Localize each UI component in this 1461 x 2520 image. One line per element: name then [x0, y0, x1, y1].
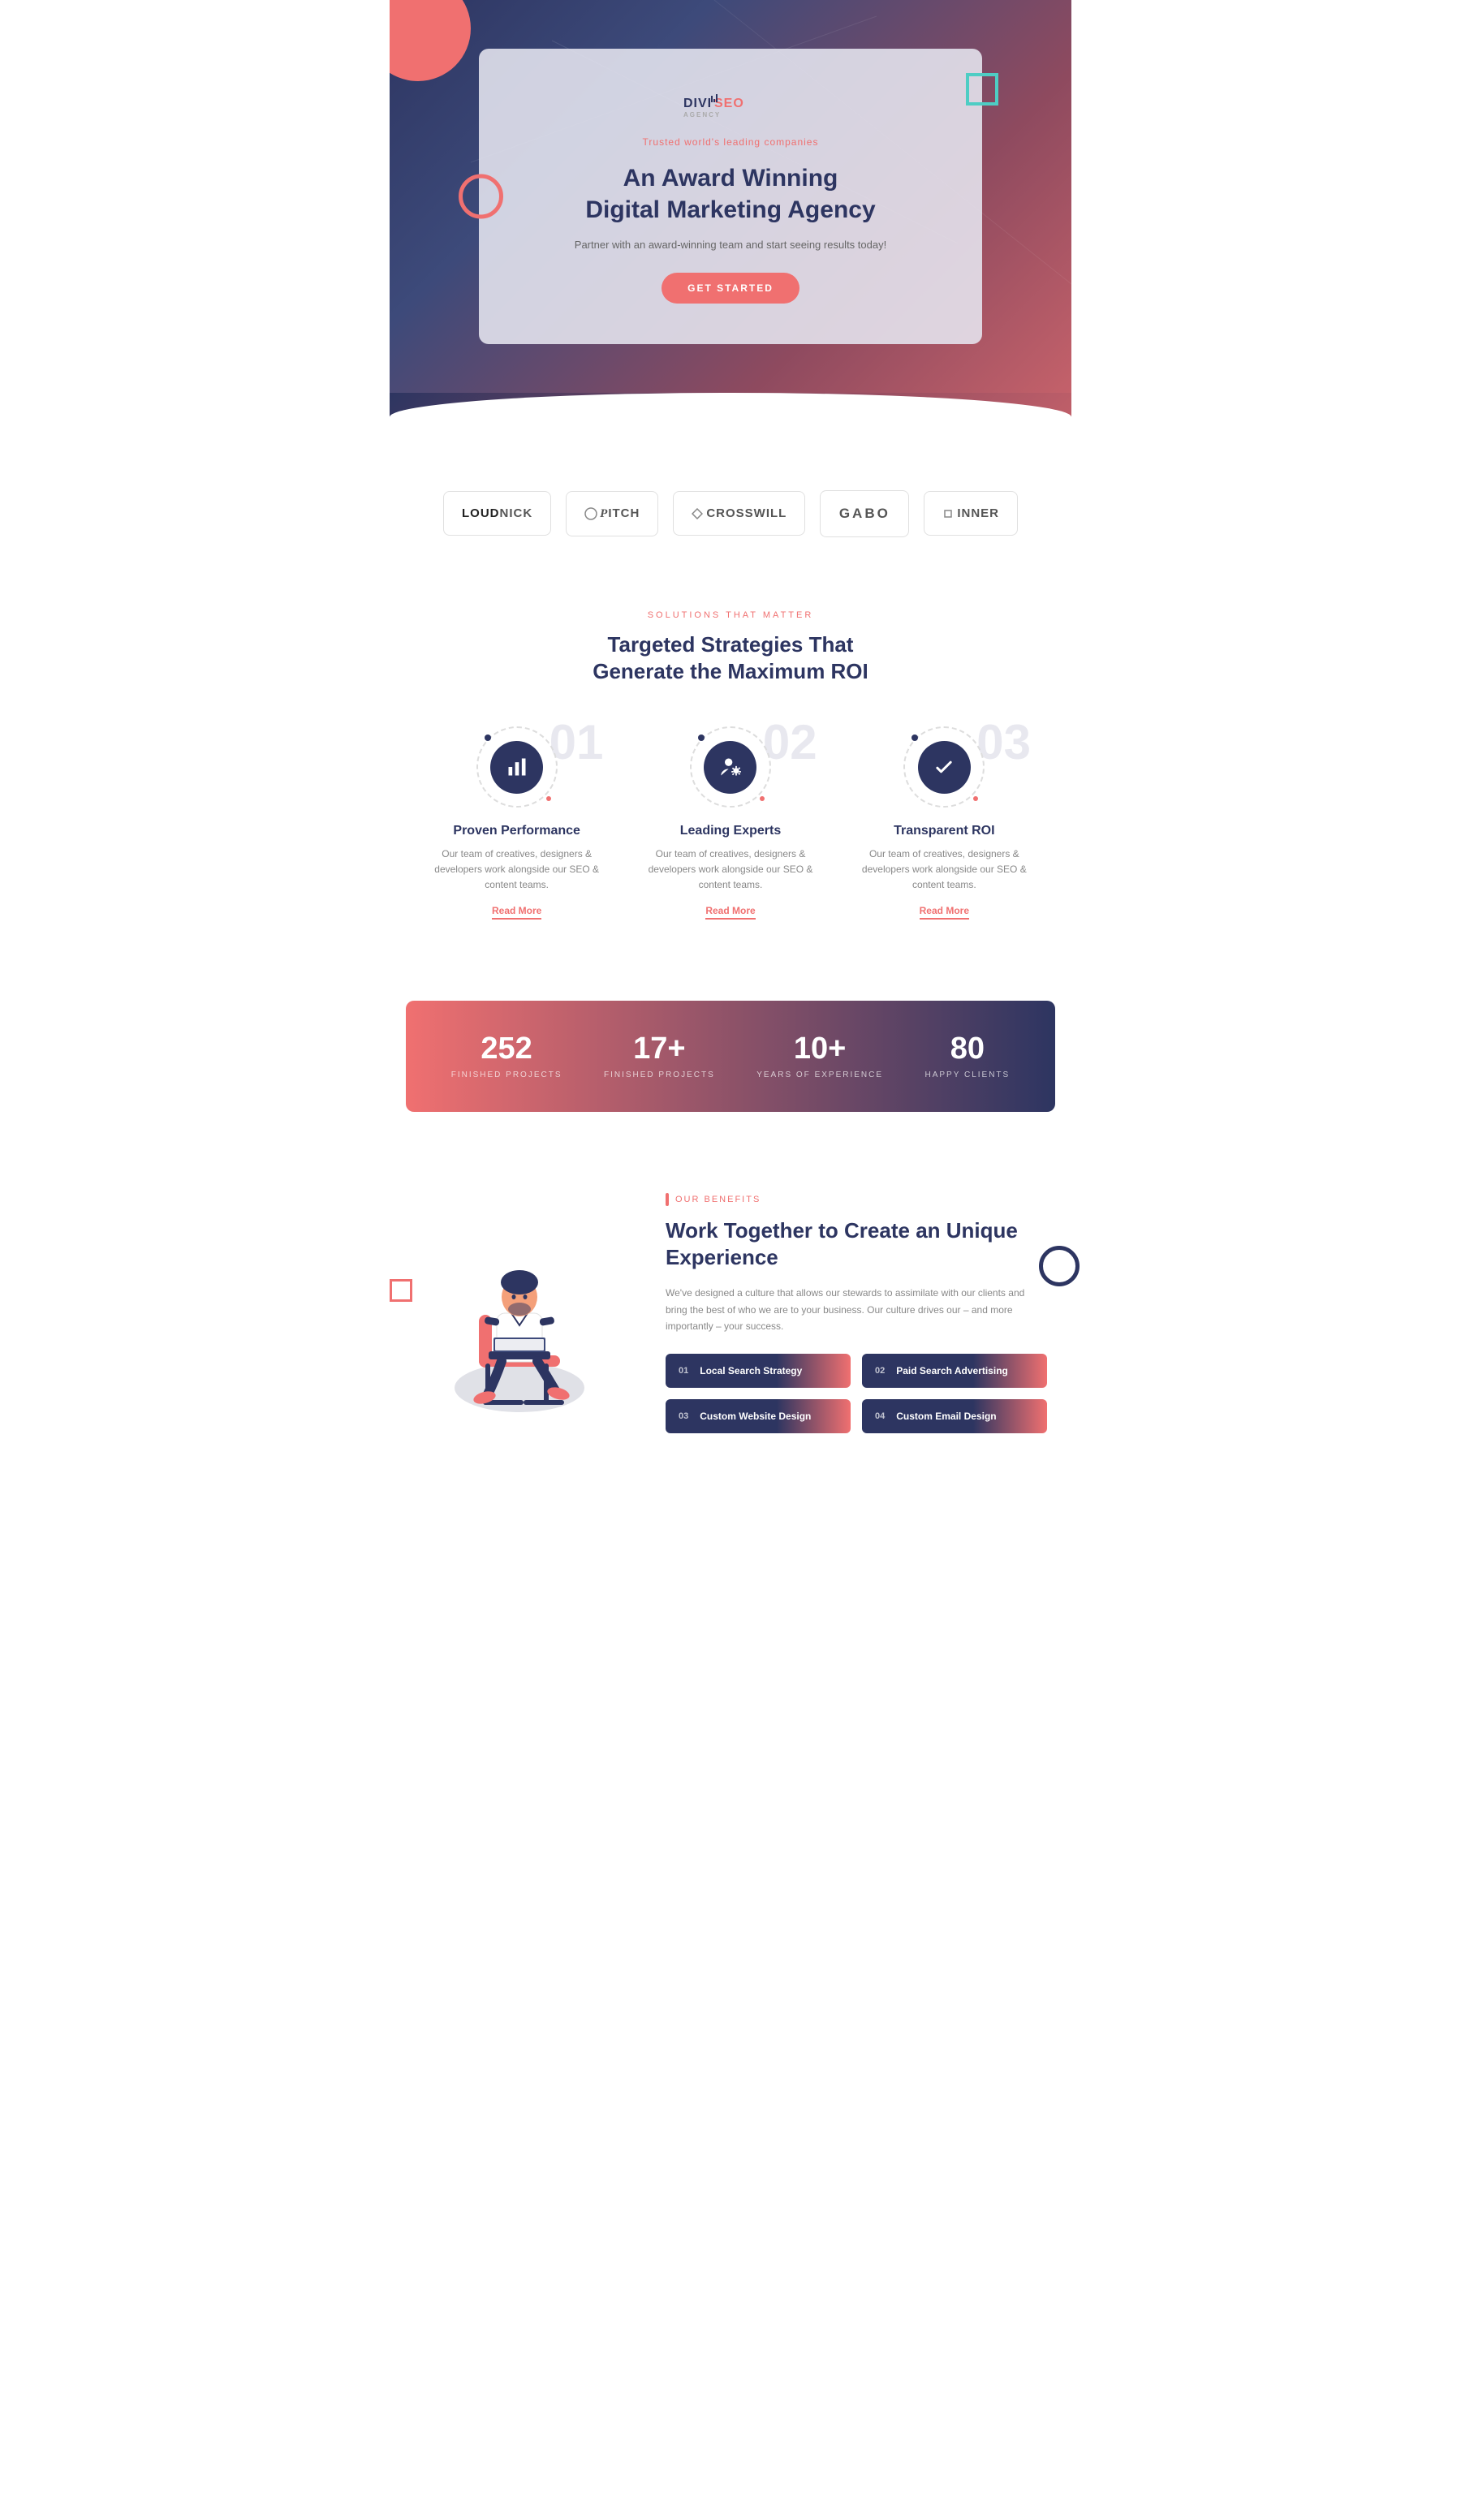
benefits-tag: OUR BENEFITS	[666, 1193, 1047, 1206]
feature-desc-3: Our team of creatives, designers & devel…	[850, 846, 1039, 894]
benefits-desc: We've designed a culture that allows our…	[666, 1285, 1047, 1334]
hero-card: DIVI SEO AGENCY Trusted world's leading …	[479, 49, 982, 344]
logos-section: LOUDNICK PITCH CROSSWILL GABO INNER	[390, 442, 1071, 578]
logo-svg: DIVI SEO AGENCY	[682, 89, 779, 122]
get-started-button[interactable]: GET STARTED	[662, 273, 799, 304]
stat-finished-projects-2: 17+ FINISHED PROJECTS	[604, 1033, 715, 1079]
deco-dot-br-2	[760, 796, 765, 801]
benefit-btn-4[interactable]: 04 Custom Email Design	[862, 1399, 1047, 1433]
deco-dot-tl-1	[485, 734, 491, 741]
benefit-btn-1[interactable]: 01 Local Search Strategy	[666, 1354, 851, 1388]
svg-text:SEO: SEO	[714, 97, 744, 110]
logo-loudnick: LOUDNICK	[443, 491, 551, 536]
deco-circle-right	[1039, 1246, 1080, 1286]
benefit-label-4: Custom Email Design	[896, 1411, 996, 1422]
feature-desc-2: Our team of creatives, designers & devel…	[636, 846, 825, 894]
logo-gabo: GABO	[820, 490, 909, 537]
feature-desc-1: Our team of creatives, designers & devel…	[422, 846, 611, 894]
feature-card-3: 03 Transparent ROI Our team of creatives…	[850, 726, 1039, 920]
svg-text:DIVI: DIVI	[683, 97, 712, 110]
stats-banner: 252 FINISHED PROJECTS 17+ FINISHED PROJE…	[406, 1001, 1055, 1112]
hero-trusted-text: Trusted world's leading companies	[528, 136, 933, 148]
logo-pitch: PITCH	[566, 491, 658, 536]
feature-link-3[interactable]: Read More	[920, 905, 969, 920]
benefits-tag-bar	[666, 1193, 669, 1206]
pitch-icon	[584, 507, 597, 520]
benefit-label-2: Paid Search Advertising	[896, 1365, 1008, 1376]
benefit-btn-2[interactable]: 02 Paid Search Advertising	[862, 1354, 1047, 1388]
stat-years-experience: 10+ YEARS OF EXPERIENCE	[756, 1033, 883, 1079]
stat-label-4: HAPPY CLIENTS	[924, 1070, 1010, 1079]
wave-divider	[390, 393, 1071, 442]
deco-dot-br-3	[973, 796, 978, 801]
feature-card-2: 02 Leading Experts Our team of creatives…	[636, 726, 825, 920]
feature-title-2: Leading Experts	[636, 824, 825, 838]
stat-label-3: YEARS OF EXPERIENCE	[756, 1070, 883, 1079]
stat-number-4: 80	[924, 1033, 1010, 1064]
feature-link-2[interactable]: Read More	[705, 905, 755, 920]
benefit-num-1: 01	[679, 1366, 688, 1376]
feature-cards-row: 01 Proven Performance Our team of creati…	[422, 726, 1039, 920]
stat-number-3: 10+	[756, 1033, 883, 1064]
feature-title-3: Transparent ROI	[850, 824, 1039, 838]
solutions-section: SOLUTIONS THAT MATTER Targeted Strategie…	[390, 578, 1071, 968]
feature-icon-inner-3	[918, 741, 971, 794]
benefit-label-1: Local Search Strategy	[700, 1365, 802, 1376]
solutions-tag: SOLUTIONS THAT MATTER	[422, 610, 1039, 620]
stat-number-1: 252	[451, 1033, 562, 1064]
benefit-btn-3[interactable]: 03 Custom Website Design	[666, 1399, 851, 1433]
feature-icon-wrap-3	[903, 726, 985, 808]
benefit-num-4: 04	[875, 1411, 885, 1421]
benefits-section: OUR BENEFITS Work Together to Create an …	[390, 1144, 1071, 1483]
logo-inner: INNER	[924, 491, 1018, 536]
hero-card-deco-circle	[459, 174, 503, 218]
feature-icon-wrap-2	[690, 726, 771, 808]
feature-title-1: Proven Performance	[422, 824, 611, 838]
stat-label-1: FINISHED PROJECTS	[451, 1070, 562, 1079]
svg-text:AGENCY: AGENCY	[683, 111, 721, 118]
benefit-label-3: Custom Website Design	[700, 1411, 811, 1422]
user-settings-icon	[719, 756, 742, 778]
logo-crosswill: CROSSWILL	[673, 491, 805, 536]
feature-icon-inner-1	[490, 741, 543, 794]
check-icon	[933, 756, 955, 778]
deco-square-left	[390, 1279, 412, 1302]
bar-chart-icon	[506, 756, 528, 778]
stat-number-2: 17+	[604, 1033, 715, 1064]
stat-finished-projects: 252 FINISHED PROJECTS	[451, 1033, 562, 1079]
inner-icon	[942, 508, 954, 519]
hero-title: An Award Winning Digital Marketing Agenc…	[528, 162, 933, 226]
feature-card-1: 01 Proven Performance Our team of creati…	[422, 726, 611, 920]
stat-happy-clients: 80 HAPPY CLIENTS	[924, 1033, 1010, 1079]
crosswill-icon	[692, 508, 703, 519]
stat-label-2: FINISHED PROJECTS	[604, 1070, 715, 1079]
feature-icon-inner-2	[704, 741, 756, 794]
hero-subtitle: Partner with an award-winning team and s…	[528, 237, 933, 253]
feature-icon-wrap-1	[476, 726, 558, 808]
benefits-grid: 01 Local Search Strategy 02 Paid Search …	[666, 1354, 1047, 1433]
hero-section: DIVI SEO AGENCY Trusted world's leading …	[390, 0, 1071, 393]
person-illustration	[430, 1193, 609, 1420]
benefits-illustration	[414, 1193, 625, 1420]
feature-link-1[interactable]: Read More	[492, 905, 541, 920]
benefits-content: OUR BENEFITS Work Together to Create an …	[666, 1193, 1047, 1434]
benefits-tag-text: OUR BENEFITS	[675, 1195, 761, 1204]
hero-logo: DIVI SEO AGENCY	[528, 89, 933, 127]
deco-dot-br-1	[546, 796, 551, 801]
hero-card-deco-square	[966, 73, 998, 106]
benefit-num-2: 02	[875, 1366, 885, 1376]
hero-deco-circle	[390, 0, 471, 81]
benefit-num-3: 03	[679, 1411, 688, 1421]
benefits-title: Work Together to Create an Unique Experi…	[666, 1217, 1047, 1273]
solutions-title: Targeted Strategies That Generate the Ma…	[422, 631, 1039, 687]
